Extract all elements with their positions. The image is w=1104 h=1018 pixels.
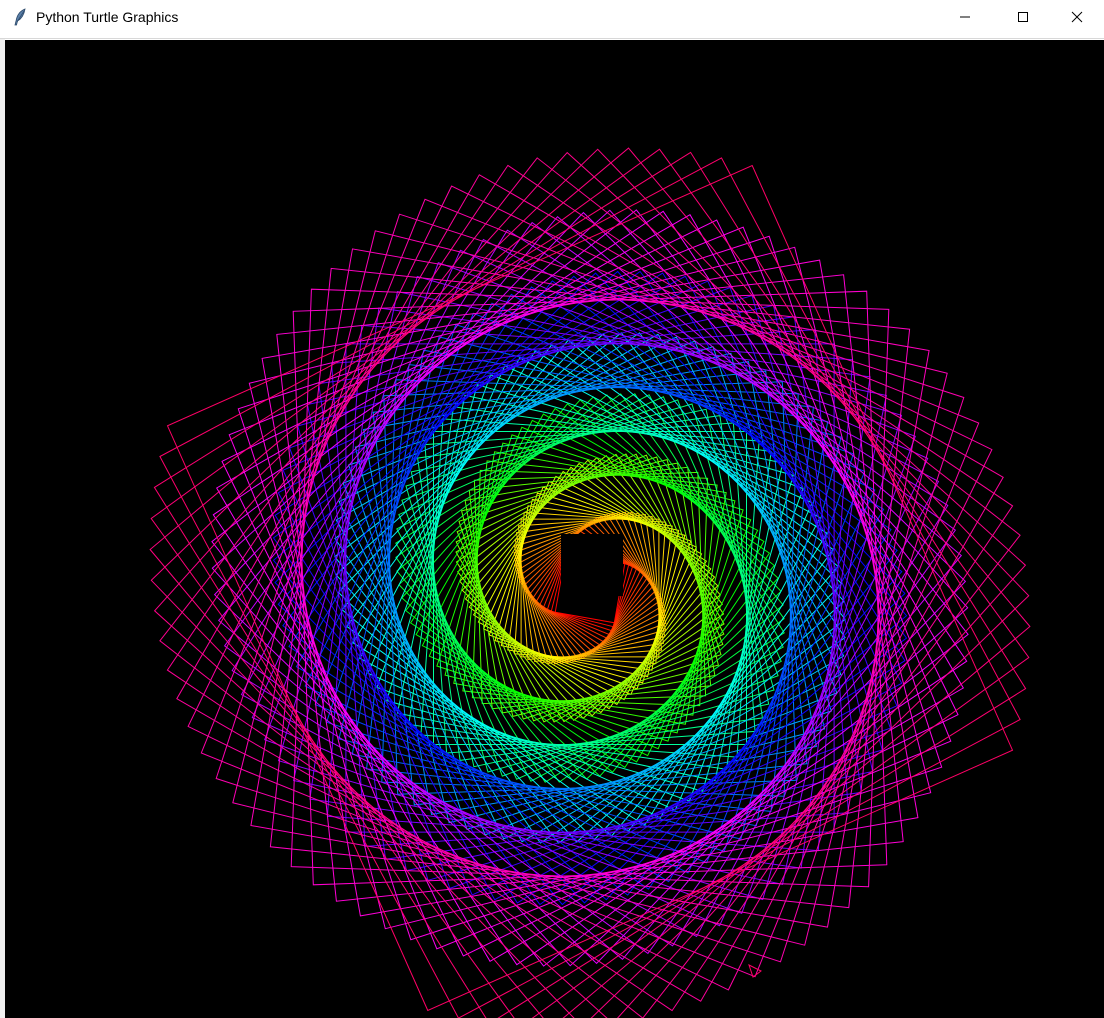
turtle-window: Python Turtle Graphics <box>0 0 1104 1018</box>
window-title: Python Turtle Graphics <box>36 9 179 25</box>
title-bar[interactable]: Python Turtle Graphics <box>0 0 1104 34</box>
maximize-button[interactable] <box>994 0 1052 34</box>
spiral-drawing <box>149 147 1031 1018</box>
title-separator <box>0 38 1104 39</box>
close-button[interactable] <box>1050 0 1104 34</box>
minimize-icon <box>959 11 971 23</box>
close-icon <box>1071 11 1083 23</box>
maximize-icon <box>1017 11 1029 23</box>
minimize-button[interactable] <box>936 0 994 34</box>
turtle-canvas[interactable] <box>5 40 1104 1018</box>
spiral-center <box>561 534 623 596</box>
feather-icon <box>12 8 28 26</box>
